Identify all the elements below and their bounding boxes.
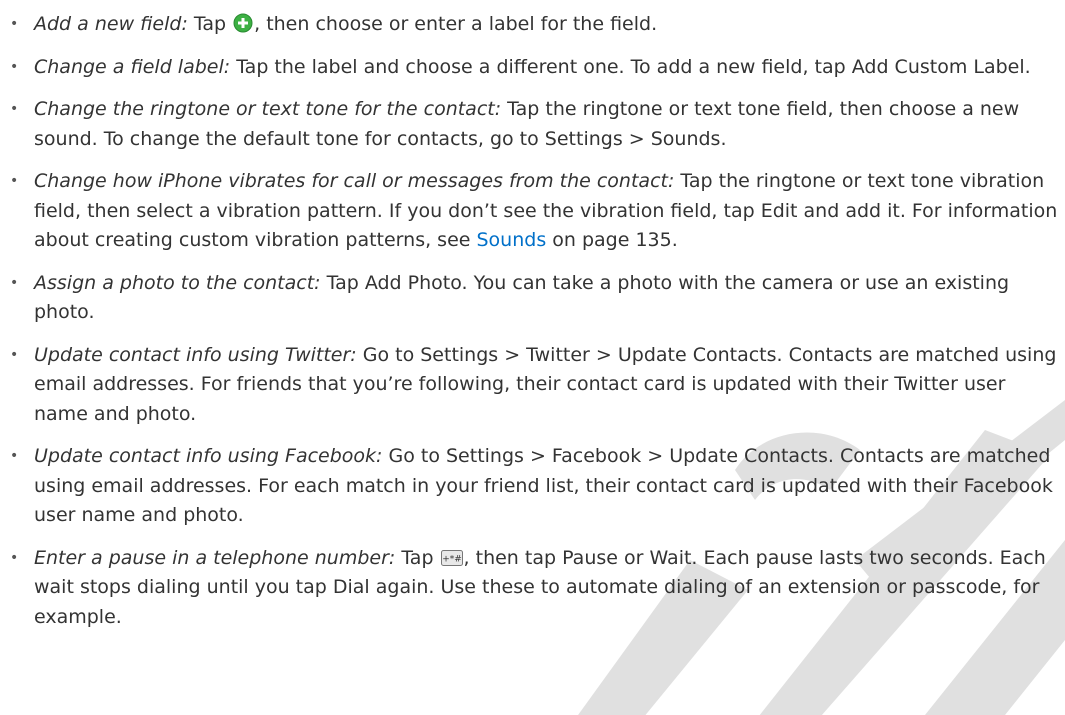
list-item: • Add a new field: Tap , then choose or … — [8, 10, 1058, 40]
item-lead: Change the ringtone or text tone for the… — [34, 98, 502, 120]
item-lead: Update contact info using Facebook: — [34, 445, 383, 467]
item-text: Tap the label and choose a different one… — [230, 55, 1031, 78]
list-item: • Update contact info using Facebook: Go… — [8, 442, 1058, 531]
bullet: • — [10, 448, 19, 464]
sounds-link[interactable]: Sounds — [477, 229, 547, 251]
bullet-list: • Add a new field: Tap , then choose or … — [8, 10, 1058, 645]
bullet: • — [10, 101, 19, 117]
list-item: • Enter a pause in a telephone number: T… — [8, 544, 1058, 633]
bullet: • — [10, 16, 19, 32]
list-item: • Update contact info using Twitter: Go … — [8, 341, 1058, 430]
item-lead: Change how iPhone vibrates for call or m… — [34, 170, 675, 192]
bullet: • — [10, 173, 19, 189]
bullet: • — [10, 58, 19, 75]
plus-circle-icon — [233, 13, 253, 33]
bullet: • — [10, 274, 19, 291]
item-text: , then choose or enter a label for the f… — [254, 13, 658, 35]
list-item: • Change a field label: Tap the label an… — [8, 53, 1058, 83]
item-text: Tap — [187, 13, 233, 35]
list-item: • Change how iPhone vibrates for call or… — [8, 167, 1058, 256]
item-text: Tap — [395, 546, 440, 569]
item-lead: Update contact info using Twitter: — [34, 343, 357, 366]
svg-text:+*#: +*# — [442, 554, 462, 564]
item-lead: Enter a pause in a telephone number: — [34, 546, 396, 569]
item-text: on page 135. — [546, 229, 678, 251]
keypad-symbols-icon: +*# — [440, 549, 463, 566]
list-item: • Change the ringtone or text tone for t… — [8, 95, 1058, 154]
list-item: • Assign a photo to the contact: Tap Add… — [8, 269, 1058, 328]
item-lead: Add a new field: — [34, 13, 188, 35]
bullet: • — [10, 346, 19, 363]
item-lead: Change a field label: — [34, 55, 231, 78]
item-lead: Assign a photo to the contact: — [34, 271, 321, 294]
bullet: • — [10, 549, 19, 566]
